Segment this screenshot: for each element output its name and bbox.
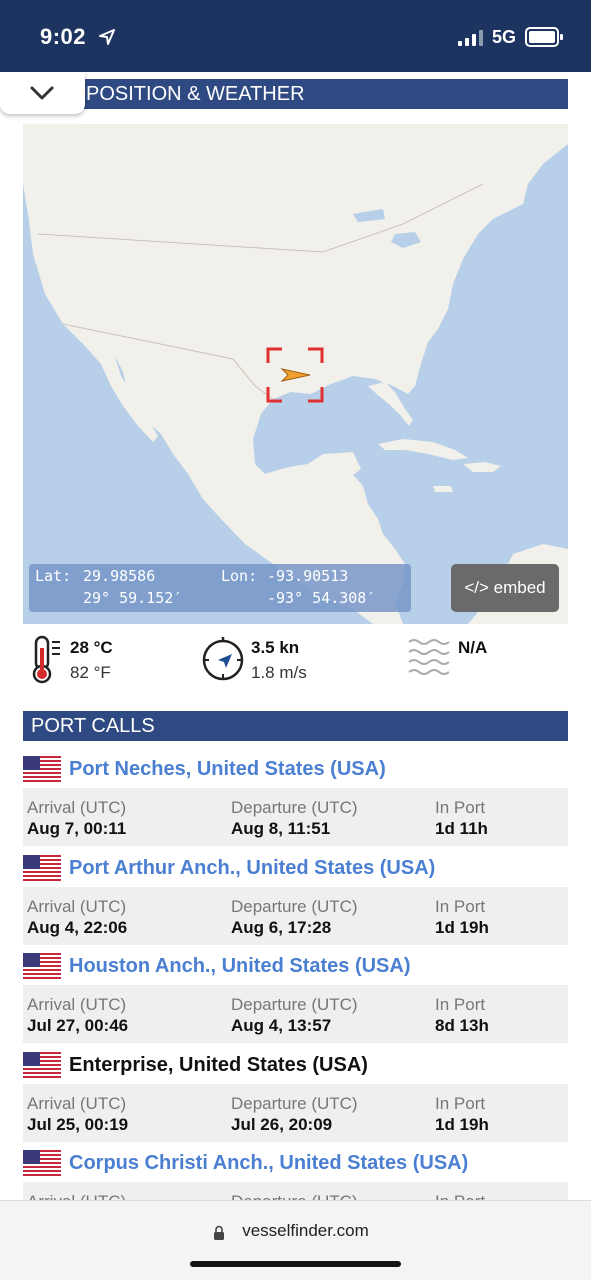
in-port-label: In Port [435,897,486,916]
temperature-block: 28 °C 82 °F [30,634,150,686]
status-bar: 9:02 5G [0,0,591,72]
us-flag-icon [23,953,61,981]
position-weather-title: POSITION & WEATHER [86,83,305,105]
port-call-item: Enterprise, United States (USA) Arrival (… [23,1051,568,1145]
us-flag-icon [23,855,61,883]
url-text[interactable]: vesselfinder.com [0,1221,591,1241]
port-call-details: Arrival (UTC) Aug 7, 00:11 Departure (UTC)… [23,788,568,846]
arrival-label: Arrival (UTC) [27,1094,127,1113]
departure-value: Aug 4, 13:57 [231,1016,332,1035]
coordinates-panel: Lat: 29.98586 29° 59.152′ Lon: -93.90513… [29,564,411,612]
lat-label: Lat: [35,567,72,585]
departure-label: Departure (UTC) [231,1094,358,1113]
us-flag-icon [23,1052,61,1080]
port-name[interactable]: Port Arthur Anch., United States (USA) [69,857,435,880]
chevron-down-icon [30,86,54,100]
temperature-fahrenheit: 82 °F [70,663,111,682]
departure-value: Jul 26, 20:09 [231,1115,333,1134]
battery-icon [525,27,563,47]
arrival-label: Arrival (UTC) [27,798,127,817]
in-port-value: 1d 19h [435,1115,489,1134]
port-calls-title: PORT CALLS [31,715,155,737]
wave-icon [408,639,450,675]
departure-value: Aug 6, 17:28 [231,918,332,937]
wave-height: N/A [458,638,488,657]
network-type: 5G [492,27,517,47]
port-name[interactable]: Port Neches, United States (USA) [69,758,386,781]
in-port-value: 8d 13h [435,1016,489,1035]
us-flag-icon [23,756,61,784]
home-indicator[interactable] [190,1261,401,1267]
port-call-details: Arrival (UTC) Jul 27, 00:46 Departure (UTC… [23,985,568,1043]
in-port-label: In Port [435,995,486,1014]
in-port-label: In Port [435,798,486,817]
lat-decimal: 29.98586 [83,567,156,585]
port-call-details: Arrival (UTC) Jul 25, 00:19 Departure (UTC… [23,1084,568,1142]
lat-dms: 29° 59.152′ [83,589,183,607]
arrival-label: Arrival (UTC) [27,897,127,916]
thermometer-icon [32,635,60,684]
lon-dms: -93° 54.308′ [267,589,376,607]
departure-label: Departure (UTC) [231,798,358,817]
lon-label: Lon: [221,567,258,585]
browser-address-bar[interactable]: vesselfinder.com [0,1200,591,1280]
status-time: 9:02 [40,24,87,49]
vessel-position-marker[interactable] [266,347,324,403]
arrival-value: Aug 4, 22:06 [27,918,128,937]
port-name: Enterprise, United States (USA) [69,1054,368,1076]
location-arrow-icon [99,29,115,45]
position-weather-header: POSITION & WEATHER [23,79,568,109]
port-name[interactable]: Houston Anch., United States (USA) [69,955,410,978]
departure-label: Departure (UTC) [231,897,358,916]
port-calls-header: PORT CALLS [23,711,568,741]
speed-block: 3.5 kn 1.8 m/s [200,634,340,686]
in-port-label: In Port [435,1094,486,1113]
departure-label: Departure (UTC) [231,995,358,1014]
arrival-value: Jul 27, 00:46 [27,1016,129,1035]
collapse-button[interactable] [0,72,85,114]
signal-icon [458,30,483,46]
wave-block: N/A [407,634,527,686]
in-port-value: 1d 11h [435,819,488,838]
lon-decimal: -93.90513 [267,567,349,585]
speed-knots: 3.5 kn [251,638,300,657]
in-port-value: 1d 19h [435,918,489,937]
departure-value: Aug 8, 11:51 [231,819,331,838]
port-name[interactable]: Corpus Christi Anch., United States (USA… [69,1152,468,1175]
vessel-map[interactable]: Lat: 29.98586 29° 59.152′ Lon: -93.90513… [23,124,568,624]
port-call-item: Houston Anch., United States (USA) Arriva… [23,952,568,1046]
port-call-item: Port Neches, United States (USA) Arrival … [23,755,568,849]
speed-ms: 1.8 m/s [251,663,307,682]
arrival-label: Arrival (UTC) [27,995,127,1014]
arrival-value: Aug 7, 00:11 [27,819,127,838]
embed-button[interactable]: </> embed [451,564,559,612]
temperature-celsius: 28 °C [70,638,113,657]
compass-icon [202,637,244,681]
port-call-item: Port Arthur Anch., United States (USA) Ar… [23,854,568,948]
us-flag-icon [23,1150,61,1178]
port-call-details: Arrival (UTC) Aug 4, 22:06 Departure (UTC)… [23,887,568,945]
arrival-value: Jul 25, 00:19 [27,1115,129,1134]
